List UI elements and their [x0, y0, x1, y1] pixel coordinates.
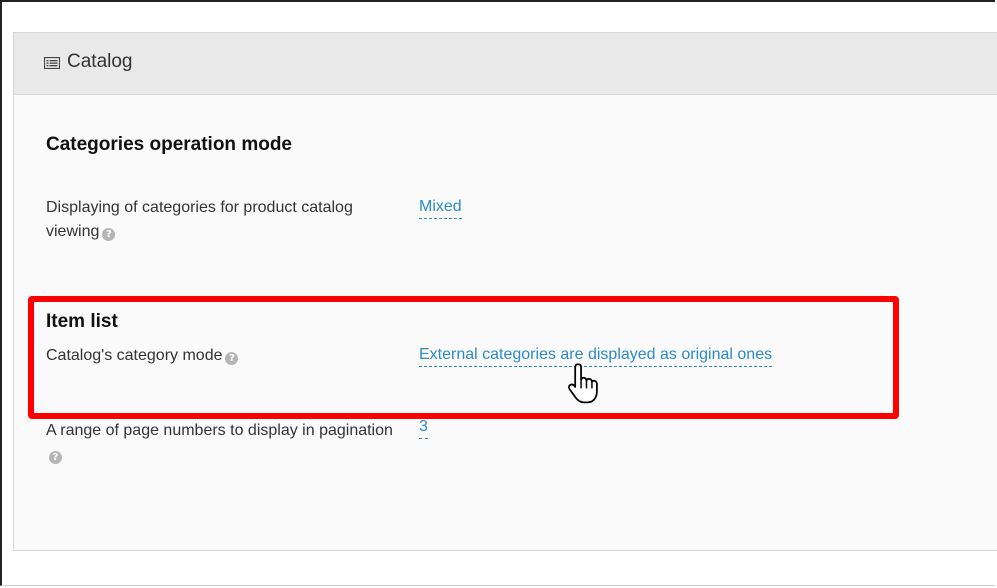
catalog-panel: Catalog	[13, 32, 997, 551]
pagination-range-link[interactable]: 3	[419, 416, 428, 439]
row-label-text: A range of page numbers to display in pa…	[46, 422, 393, 439]
section-title-item-list: Item list	[46, 311, 118, 332]
row-label-catalog-category-mode: Catalog's category mode?	[46, 344, 396, 368]
list-icon	[44, 57, 60, 69]
panel-header: Catalog	[14, 33, 997, 95]
row-label-displaying-categories: Displaying of categories for product cat…	[46, 196, 396, 244]
panel-title: Catalog	[67, 51, 133, 72]
hand-pointer-icon	[568, 363, 598, 404]
row-label-text: Displaying of categories for product cat…	[46, 199, 353, 240]
section-title-categories-operation-mode: Categories operation mode	[46, 134, 292, 155]
row-label-pagination-range: A range of page numbers to display in pa…	[46, 419, 396, 467]
question-circle-icon[interactable]: ?	[102, 228, 116, 241]
question-circle-icon[interactable]: ?	[49, 451, 62, 464]
row-label-text: Catalog's category mode	[46, 347, 223, 364]
categories-display-mode-link[interactable]: Mixed	[419, 196, 462, 219]
question-circle-icon[interactable]: ?	[225, 352, 239, 365]
